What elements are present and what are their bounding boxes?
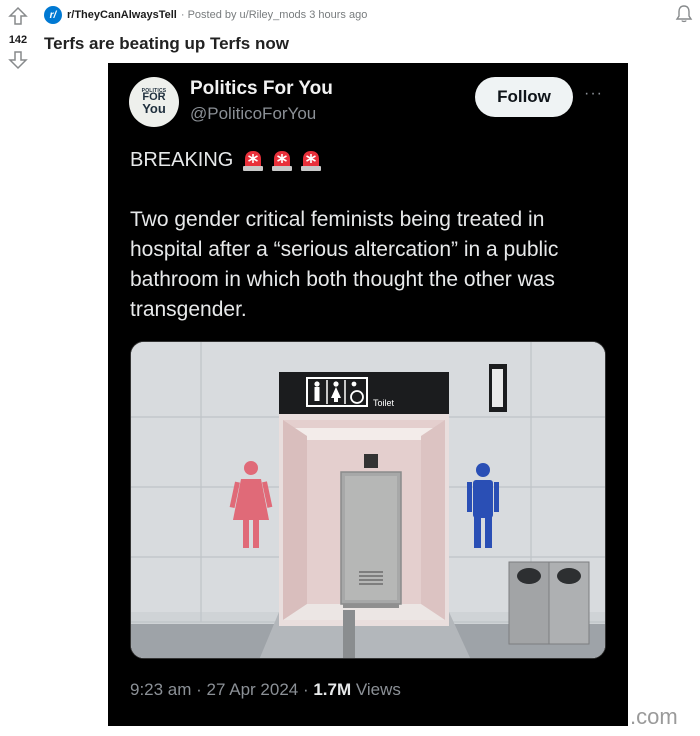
avatar-line-3: You — [142, 101, 166, 117]
posted-by: · Posted by u/Riley_mods 3 hours ago — [180, 9, 368, 21]
downvote-arrow-icon[interactable] — [8, 50, 28, 70]
more-options-icon[interactable]: ··· — [584, 85, 603, 103]
tweet-text: Two gender critical feminists being trea… — [130, 208, 559, 321]
sign-label: Toilet — [373, 398, 395, 408]
account-name[interactable]: Politics For You — [190, 78, 333, 100]
reddit-post: 142 r/ r/TheyCanAlwaysTell · Posted by u… — [0, 0, 700, 736]
upvote-arrow-icon[interactable] — [8, 6, 28, 26]
siren-icon — [301, 151, 322, 171]
account-handle[interactable]: @PoliticoForYou — [190, 104, 316, 124]
tweet-timestamp[interactable]: 9:23 am · 27 Apr 2024 · — [130, 680, 313, 699]
tweet-footer: 9:23 am · 27 Apr 2024 · 1.7M Views — [130, 680, 401, 700]
trash-bins — [508, 561, 590, 645]
tweet-photo[interactable]: Toilet — [130, 341, 606, 659]
siren-icon — [243, 151, 264, 171]
views-label: Views — [351, 680, 401, 699]
post-meta: r/ r/TheyCanAlwaysTell · Posted by u/Ril… — [44, 5, 367, 25]
breaking-label: BREAKING — [130, 148, 234, 171]
follow-button[interactable]: Follow — [475, 77, 573, 117]
breaking-line: BREAKING — [130, 148, 323, 172]
subreddit-link[interactable]: r/TheyCanAlwaysTell — [67, 9, 177, 21]
bathroom-illustration: Toilet — [131, 342, 605, 658]
bell-icon[interactable] — [674, 4, 694, 24]
watermark: .com — [630, 704, 678, 729]
vote-score: 142 — [8, 34, 28, 46]
vote-column: 142 — [0, 0, 36, 70]
post-title[interactable]: Terfs are beating up Terfs now — [44, 34, 289, 54]
avatar[interactable]: POLITICS FOR You — [129, 77, 179, 127]
siren-icon — [272, 151, 293, 171]
subreddit-icon[interactable]: r/ — [44, 6, 62, 24]
tweet-card: POLITICS FOR You Politics For You @Polit… — [108, 63, 628, 726]
views-count: 1.7M — [313, 680, 352, 699]
